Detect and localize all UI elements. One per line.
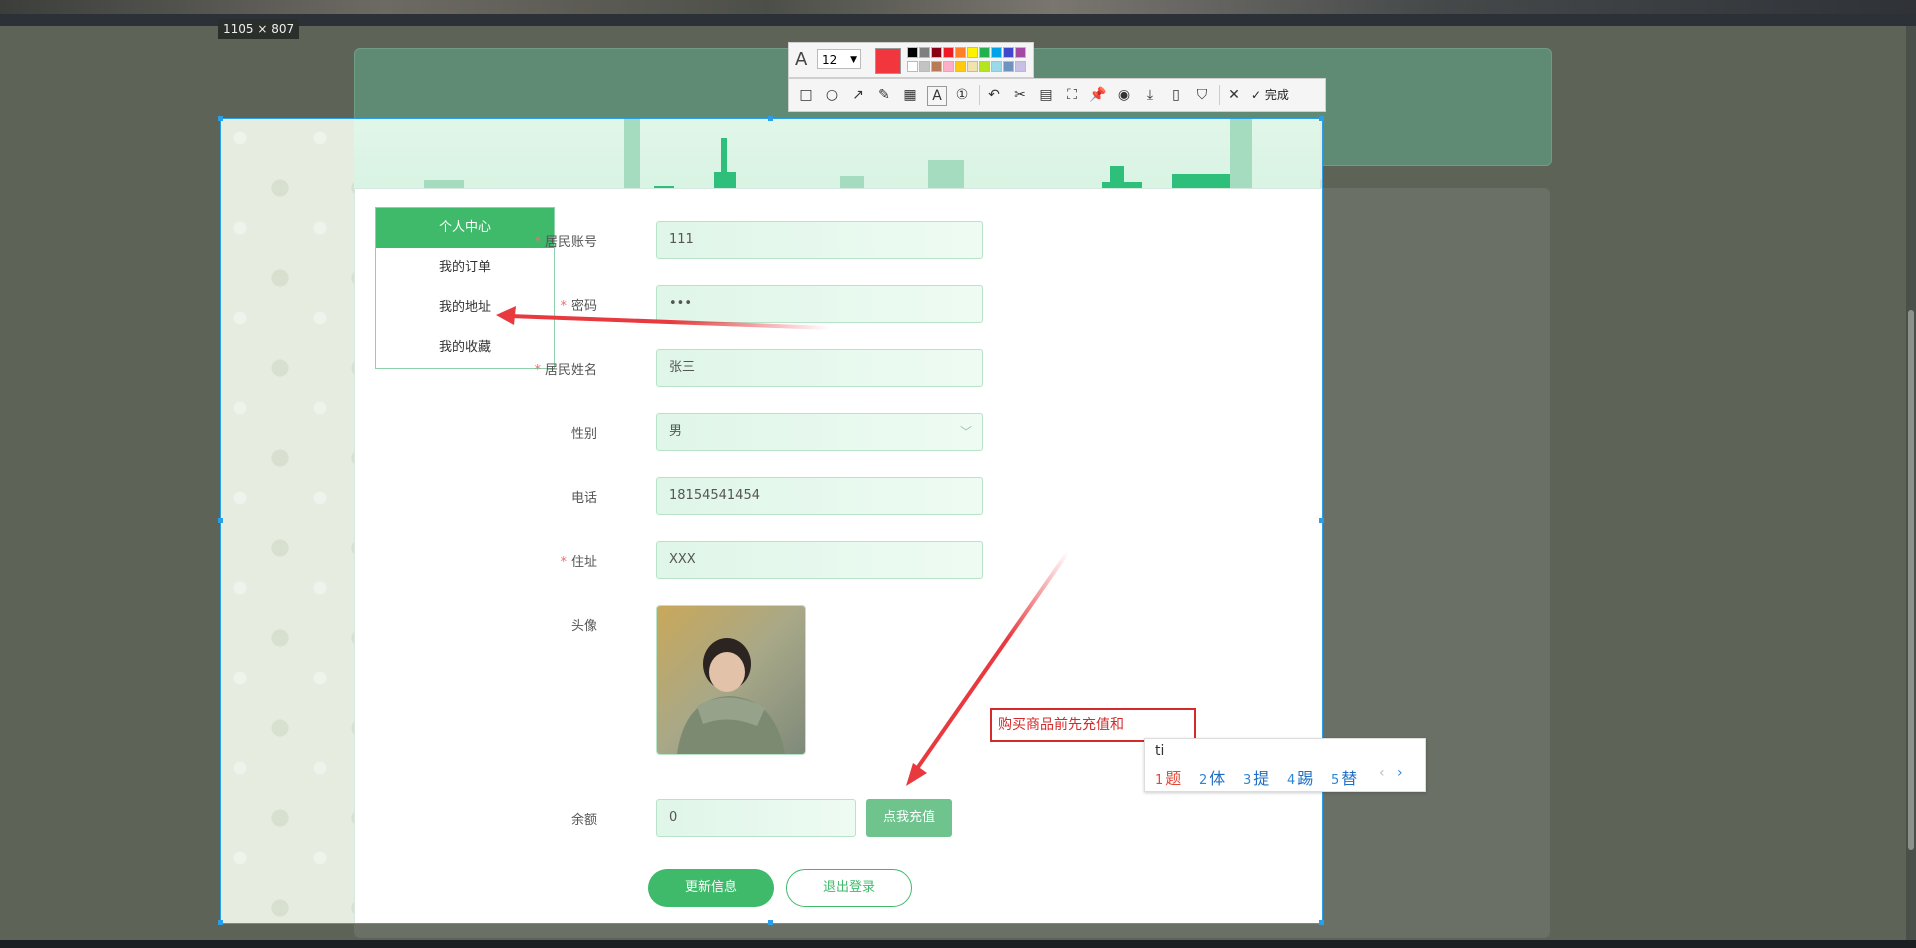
text-annotation-input[interactable]: 购买商品前先充值和: [990, 708, 1196, 742]
chevron-down-icon: ▼: [850, 55, 857, 65]
palette-color-swatch[interactable]: [979, 47, 990, 58]
palette-color-swatch[interactable]: [931, 61, 942, 72]
ime-candidate-3[interactable]: 3提: [1243, 765, 1269, 789]
screenshot-tools-toolbar: □ ○ ↗ ✎ ▦ A ① ↶ ✂ ▤ ⛶ 📌 ◉ ⤓ ▯ ⛉ ✕ ✓ 完成: [788, 78, 1326, 112]
crop-icon[interactable]: ✂: [1011, 86, 1029, 104]
ime-candidate-number: 1: [1155, 773, 1164, 788]
font-size-value: 12: [822, 53, 838, 67]
palette-color-swatch[interactable]: [907, 47, 918, 58]
palette-color-swatch[interactable]: [991, 61, 1002, 72]
ime-candidate-4[interactable]: 4踢: [1287, 765, 1313, 789]
font-icon: A: [795, 49, 808, 70]
palette-color-swatch[interactable]: [979, 61, 990, 72]
palette-color-swatch[interactable]: [1015, 47, 1026, 58]
ellipse-tool-icon[interactable]: ○: [823, 86, 841, 104]
arrow-head-icon: [496, 306, 516, 325]
check-icon: ✓: [1251, 88, 1262, 102]
palette-color-swatch[interactable]: [967, 61, 978, 72]
ime-prev-page-icon[interactable]: ‹: [1379, 765, 1385, 781]
mosaic-tool-icon[interactable]: ▦: [901, 86, 919, 104]
ime-candidate-char: 体: [1209, 769, 1226, 788]
arrow-annotation-line: [509, 314, 831, 330]
ime-candidate-window[interactable]: ti 1题 2体 3提 4踢 5替 ‹ ›: [1144, 738, 1426, 792]
bookmark-icon[interactable]: ⛉: [1193, 86, 1211, 104]
toolbar-divider: [1219, 85, 1220, 105]
palette-color-swatch[interactable]: [955, 47, 966, 58]
current-color-swatch[interactable]: [875, 48, 901, 74]
ime-candidate-char: 替: [1341, 769, 1358, 788]
number-tool-icon[interactable]: ①: [953, 86, 971, 104]
scan-icon[interactable]: ⛶: [1063, 86, 1081, 104]
ime-candidate-number: 2: [1199, 773, 1208, 788]
palette-color-swatch[interactable]: [991, 47, 1002, 58]
ime-candidate-number: 5: [1331, 773, 1340, 788]
palette-color-swatch[interactable]: [931, 47, 942, 58]
close-icon[interactable]: ✕: [1225, 86, 1243, 104]
palette-color-swatch[interactable]: [919, 61, 930, 72]
palette-color-swatch[interactable]: [943, 61, 954, 72]
rectangle-tool-icon[interactable]: □: [797, 86, 815, 104]
palette-color-swatch[interactable]: [943, 47, 954, 58]
ime-candidate-char: 题: [1165, 769, 1182, 788]
ime-candidate-char: 提: [1253, 769, 1270, 788]
toolbar-divider: [979, 85, 980, 105]
palette-color-swatch[interactable]: [967, 47, 978, 58]
ime-pinyin: ti: [1155, 743, 1165, 759]
undo-icon[interactable]: ↶: [985, 86, 1003, 104]
done-button[interactable]: ✓ 完成: [1251, 86, 1289, 103]
ime-candidate-number: 4: [1287, 773, 1296, 788]
arrow-head-icon: [906, 763, 927, 786]
palette-color-swatch[interactable]: [1003, 47, 1014, 58]
ime-candidate-char: 踢: [1297, 769, 1314, 788]
ime-candidate-1[interactable]: 1题: [1155, 765, 1181, 789]
annotation-layer: [496, 306, 1070, 786]
text-style-toolbar: A 12 ▼: [788, 42, 1034, 78]
download-icon[interactable]: ⤓: [1141, 86, 1159, 104]
pencil-tool-icon[interactable]: ✎: [875, 86, 893, 104]
ime-candidate-2[interactable]: 2体: [1199, 765, 1225, 789]
ime-candidate-number: 3: [1243, 773, 1252, 788]
palette-color-swatch[interactable]: [1015, 61, 1026, 72]
color-palette: [907, 47, 1027, 75]
record-icon[interactable]: ◉: [1115, 86, 1133, 104]
done-label: 完成: [1264, 88, 1289, 102]
arrow-tool-icon[interactable]: ↗: [849, 86, 867, 104]
ime-next-page-icon[interactable]: ›: [1397, 765, 1403, 781]
palette-color-swatch[interactable]: [907, 61, 918, 72]
palette-color-swatch[interactable]: [1003, 61, 1014, 72]
palette-color-swatch[interactable]: [955, 61, 966, 72]
pin-icon[interactable]: 📌: [1089, 86, 1107, 104]
ime-candidate-5[interactable]: 5替: [1331, 765, 1357, 789]
font-size-select[interactable]: 12 ▼: [817, 49, 861, 69]
phone-icon[interactable]: ▯: [1167, 86, 1185, 104]
ocr-icon[interactable]: ▤: [1037, 86, 1055, 104]
text-tool-icon[interactable]: A: [927, 86, 947, 106]
palette-color-swatch[interactable]: [919, 47, 930, 58]
